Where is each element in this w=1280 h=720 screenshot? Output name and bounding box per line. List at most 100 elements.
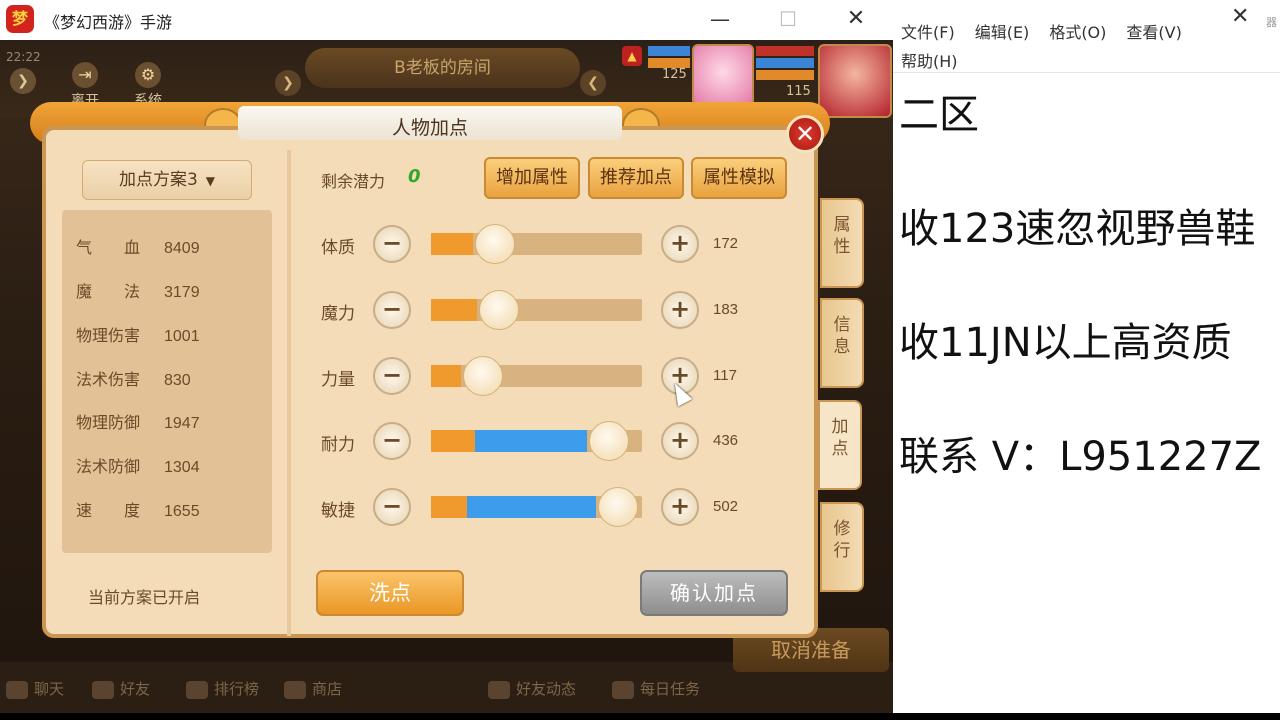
remaining-potential-label: 剩余潜力 xyxy=(321,172,386,191)
attribute-slider[interactable] xyxy=(431,487,642,527)
minus-icon[interactable]: − xyxy=(373,357,411,395)
flame-icon: ▲ xyxy=(622,46,642,66)
back-arrow-icon[interactable]: ❯ xyxy=(10,68,36,94)
note-line[interactable]: 收11JN以上高资质 xyxy=(899,310,1232,368)
minus-icon[interactable]: − xyxy=(373,488,411,526)
player2-hp-bar xyxy=(756,46,814,56)
attribute-label: 魔力 xyxy=(321,304,355,324)
player2-mp-bar xyxy=(756,58,814,68)
maximize-button[interactable]: ☐ xyxy=(768,4,808,34)
tab-label: 行 xyxy=(833,541,851,561)
notepad-window: 文件(F) 编辑(E) 格式(O) 查看(V) ✕ 器 帮助(H) 二区 收123速忽… xyxy=(893,0,1280,713)
bottom-friends[interactable]: 好友 xyxy=(92,678,150,699)
slider-fill-added xyxy=(475,430,588,452)
slider-fill-base xyxy=(431,430,476,452)
tab-attributes[interactable]: 属性 xyxy=(820,198,864,288)
menu-file[interactable]: 文件(F) xyxy=(901,23,955,42)
stat-row: 魔 法 3179 xyxy=(76,278,200,302)
stat-label: 魔 法 xyxy=(76,282,141,301)
stat-row: 法术防御 1304 xyxy=(76,453,200,477)
plus-icon[interactable]: + xyxy=(661,422,699,460)
menu-format[interactable]: 格式(O) xyxy=(1049,23,1106,42)
tab-label: 属 xyxy=(833,215,851,235)
stat-value: 3179 xyxy=(164,284,200,301)
friends-icon xyxy=(92,680,114,699)
note-line[interactable]: 联系 V：L951227Z xyxy=(899,424,1261,482)
tab-label: 点 xyxy=(831,439,849,459)
bottom-friend-feed-label: 好友动态 xyxy=(516,680,577,698)
minus-icon[interactable]: − xyxy=(373,422,411,460)
plan-select[interactable]: 加点方案3 ▼ xyxy=(82,160,252,200)
attribute-slider[interactable] xyxy=(431,290,642,330)
minimize-button[interactable]: — xyxy=(700,4,740,34)
slider-fill-base xyxy=(431,365,461,387)
attribute-label: 体质 xyxy=(321,238,355,258)
note-line[interactable]: 收123速忽视野兽鞋 xyxy=(899,196,1255,254)
bottom-shop[interactable]: 商店 xyxy=(284,678,342,699)
bottom-chat[interactable]: 聊天 xyxy=(6,678,64,699)
tab-label: 信 xyxy=(833,315,851,335)
app-icon: 梦 xyxy=(6,5,34,33)
bottom-friend-feed[interactable]: 好友动态 xyxy=(488,678,576,699)
clock: 22:22 xyxy=(6,50,41,64)
task-icon xyxy=(612,680,634,699)
attribute-slider[interactable] xyxy=(431,421,642,461)
stat-value: 1001 xyxy=(164,328,200,345)
recommend-points-button[interactable]: 推荐加点 xyxy=(588,157,684,199)
bottom-chat-label: 聊天 xyxy=(34,680,65,698)
chat-icon xyxy=(6,680,28,699)
close-window-button[interactable]: ✕ xyxy=(836,4,876,34)
minus-icon[interactable]: − xyxy=(373,225,411,263)
tab-label: 修 xyxy=(833,519,851,539)
menu-view[interactable]: 查看(V) xyxy=(1126,23,1181,42)
plus-icon[interactable]: + xyxy=(661,488,699,526)
stat-row: 物理防御 1947 xyxy=(76,409,200,433)
slider-knob[interactable] xyxy=(589,421,630,461)
tab-label: 性 xyxy=(833,237,851,257)
plan-select-label: 加点方案3 xyxy=(118,170,198,190)
plan-status: 当前方案已开启 xyxy=(88,588,201,607)
gear-icon: ⚙ xyxy=(135,62,161,88)
attribute-value: 172 xyxy=(713,235,739,252)
player2-avatar[interactable] xyxy=(818,44,892,118)
attribute-slider[interactable] xyxy=(431,356,642,396)
tab-label: 加 xyxy=(831,417,849,437)
dialog-title: 人物加点 xyxy=(391,117,468,139)
chevron-down-icon: ▼ xyxy=(205,174,216,188)
plus-icon[interactable]: + xyxy=(661,225,699,263)
tab-cultivation[interactable]: 修行 xyxy=(820,502,864,592)
minus-icon[interactable]: − xyxy=(373,291,411,329)
tab-info[interactable]: 信息 xyxy=(820,298,864,388)
stat-label: 法术防御 xyxy=(76,457,141,476)
notepad-tip: 器 xyxy=(1266,16,1277,29)
slider-knob[interactable] xyxy=(597,487,638,527)
attribute-simulate-button[interactable]: 属性模拟 xyxy=(691,157,787,199)
stat-value: 1947 xyxy=(164,415,200,432)
note-line[interactable]: 二区 xyxy=(899,82,979,140)
add-attribute-button[interactable]: 增加属性 xyxy=(484,157,580,199)
stat-label: 气 血 xyxy=(76,238,141,257)
dialog-close-button[interactable]: ✕ xyxy=(786,115,824,153)
bottom-ranking[interactable]: 排行榜 xyxy=(186,678,259,699)
title-bar: 梦 《梦幻西游》手游 — ☐ ✕ xyxy=(0,0,893,40)
menu-edit[interactable]: 编辑(E) xyxy=(975,23,1030,42)
room-arrow-right[interactable]: ❮ xyxy=(580,70,606,96)
player1-avatar[interactable] xyxy=(692,44,754,106)
ranking-icon xyxy=(186,680,208,699)
player2-sp-bar xyxy=(756,70,814,80)
slider-knob[interactable] xyxy=(462,356,503,396)
slider-knob[interactable] xyxy=(475,224,516,264)
attribute-slider[interactable] xyxy=(431,224,642,264)
confirm-points-button[interactable]: 确认加点 xyxy=(640,570,788,616)
shop-icon xyxy=(284,680,306,699)
stat-row: 物理伤害 1001 xyxy=(76,322,200,346)
room-arrow-left[interactable]: ❯ xyxy=(275,70,301,96)
menu-help[interactable]: 帮助(H) xyxy=(901,48,958,72)
tab-label: 息 xyxy=(833,337,851,357)
tab-add-points[interactable]: 加点 xyxy=(818,400,862,490)
reset-points-button[interactable]: 洗点 xyxy=(316,570,464,616)
plus-icon[interactable]: + xyxy=(661,291,699,329)
bottom-daily-tasks[interactable]: 每日任务 xyxy=(612,678,700,699)
notepad-close-button[interactable]: ✕ xyxy=(1231,4,1249,29)
stat-label: 速 度 xyxy=(76,501,141,520)
